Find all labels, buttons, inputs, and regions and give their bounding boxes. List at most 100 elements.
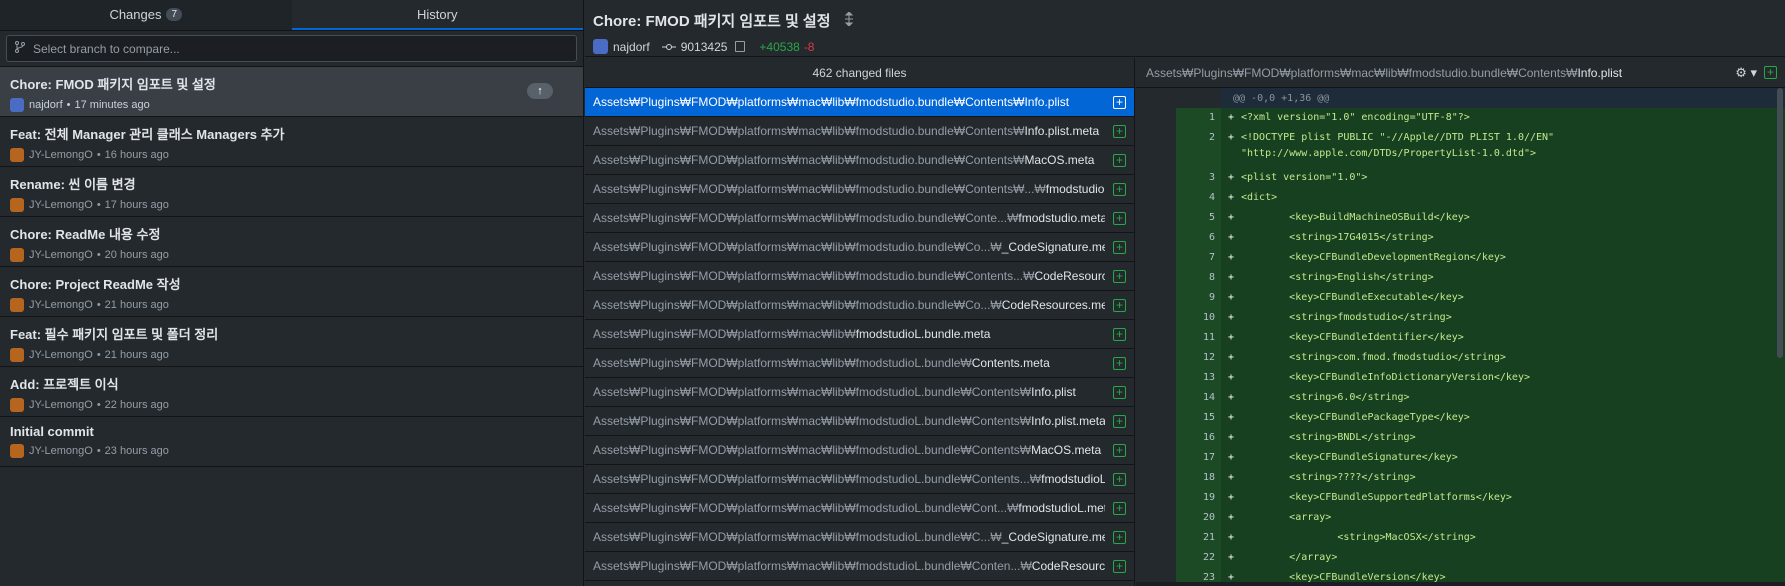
commit-list-item[interactable]: Chore: ReadMe 내용 수정 JY-LemongO • 20 hours a… xyxy=(0,217,583,267)
sidebar-tabs: Changes 7 History xyxy=(0,0,583,31)
file-name: fmodstudio.meta xyxy=(1018,211,1105,225)
added-marker: + xyxy=(1227,212,1235,223)
meta-separator: • xyxy=(66,99,71,111)
commit-item-title: Feat: 전체 Manager 관리 클래스 Managers 추가 xyxy=(10,127,285,142)
file-path: Assets₩Plugins₩FMOD₩platforms₩mac₩lib₩fm… xyxy=(593,443,1105,457)
commit-list-item[interactable]: Chore: FMOD 패키지 임포트 및 설정 najdorf • 17 minut… xyxy=(0,67,583,117)
line-number: 6 xyxy=(1176,228,1221,248)
file-row[interactable]: Assets₩Plugins₩FMOD₩platforms₩mac₩lib₩fm… xyxy=(585,407,1134,436)
file-dir: Assets₩Plugins₩FMOD₩platforms₩mac₩lib₩fm… xyxy=(593,124,1025,138)
diff-line: 12 + <string>com.fmod.fmodstudio</string> xyxy=(1136,348,1785,368)
file-row[interactable]: Assets₩Plugins₩FMOD₩platforms₩mac₩lib₩fm… xyxy=(585,436,1134,465)
file-added-icon: + xyxy=(1113,559,1126,573)
file-row[interactable]: Assets₩Plugins₩FMOD₩platforms₩mac₩lib₩fm… xyxy=(585,552,1134,581)
file-path: Assets₩Plugins₩FMOD₩platforms₩mac₩lib₩fm… xyxy=(593,472,1105,486)
diff-line: 4 + <dict> xyxy=(1136,188,1785,208)
diff-file-header: Assets₩Plugins₩FMOD₩platforms₩mac₩lib₩fm… xyxy=(1136,58,1785,88)
file-row[interactable]: Assets₩Plugins₩FMOD₩platforms₩mac₩lib₩fm… xyxy=(585,204,1134,233)
file-row[interactable]: Assets₩Plugins₩FMOD₩platforms₩mac₩lib₩fm… xyxy=(585,233,1134,262)
added-marker: + xyxy=(1227,312,1235,323)
commit-list-item[interactable]: Rename: 씬 이름 변경 JY-LemongO • 17 hours ago xyxy=(0,167,583,217)
file-row[interactable]: Assets₩Plugins₩FMOD₩platforms₩mac₩lib₩fm… xyxy=(585,378,1134,407)
file-name: Info.plist xyxy=(1031,385,1076,399)
commit-list-item[interactable]: Initial commit JY-LemongO • 23 hours ago xyxy=(0,417,583,467)
meta-separator: • xyxy=(96,445,101,457)
tab-changes[interactable]: Changes 7 xyxy=(0,0,292,30)
branch-compare-input[interactable]: Select branch to compare... xyxy=(6,35,577,62)
diff-scrollbar[interactable] xyxy=(1777,88,1783,358)
meta-separator: • xyxy=(96,149,101,161)
file-name: fmodstudioL.bundle.meta xyxy=(855,327,991,341)
diff-body: @@ -0,0 +1,36 @@ 1 + <?xml version="1.0" e… xyxy=(1136,88,1785,586)
avatar xyxy=(593,39,608,54)
expand-icon[interactable] xyxy=(843,11,855,29)
arrow-up-icon[interactable]: ↑ xyxy=(527,83,553,99)
file-added-icon: + xyxy=(1113,298,1126,312)
commit-item-title: Initial commit xyxy=(10,424,94,439)
line-number: 14 xyxy=(1176,388,1221,408)
commit-item-time: 17 minutes ago xyxy=(74,99,150,111)
file-row[interactable]: Assets₩Plugins₩FMOD₩platforms₩mac₩lib₩fm… xyxy=(585,523,1134,552)
meta-separator: • xyxy=(96,249,101,261)
file-path: Assets₩Plugins₩FMOD₩platforms₩mac₩lib₩fm… xyxy=(593,298,1105,312)
file-added-icon: + xyxy=(1113,327,1126,341)
code-line: <?xml version="1.0" encoding="UTF-8"?> xyxy=(1241,112,1470,123)
file-row[interactable]: Assets₩Plugins₩FMOD₩platforms₩mac₩lib₩fm… xyxy=(585,88,1134,117)
added-marker: + xyxy=(1227,292,1235,303)
file-added-icon: + xyxy=(1113,472,1126,486)
file-dir: Assets₩Plugins₩FMOD₩platforms₩mac₩lib₩fm… xyxy=(593,356,972,370)
commit-list-item[interactable]: Feat: 전체 Manager 관리 클래스 Managers 추가 JY-Le… xyxy=(0,117,583,167)
commit-list-item[interactable]: Add: 프로젝트 이식 JY-LemongO • 22 hours ago xyxy=(0,367,583,417)
file-row[interactable]: Assets₩Plugins₩FMOD₩platforms₩mac₩lib₩fm… xyxy=(585,117,1134,146)
commit-item-title: Chore: FMOD 패키지 임포트 및 설정 xyxy=(10,77,216,92)
avatar xyxy=(10,298,24,312)
file-name: fmodstudioL.meta xyxy=(1018,501,1105,515)
git-branch-icon xyxy=(15,41,25,56)
commit-item-meta: JY-LemongO • 17 hours ago xyxy=(10,198,573,212)
code-line: <key>CFBundleSupportedPlatforms</key> xyxy=(1241,492,1512,503)
added-marker: + xyxy=(1227,452,1235,463)
file-row[interactable]: Assets₩Plugins₩FMOD₩platforms₩mac₩lib₩fm… xyxy=(585,175,1134,204)
git-commit-icon xyxy=(661,40,676,54)
added-marker: + xyxy=(1227,552,1235,563)
commit-item-title: Chore: Project ReadMe 작성 xyxy=(10,277,181,292)
file-added-icon: + xyxy=(1113,501,1126,515)
hunk-text: @@ -0,0 +1,36 @@ xyxy=(1233,92,1330,104)
changed-files-count: 462 changed files xyxy=(585,58,1134,88)
code-line: <key>CFBundleSignature</key> xyxy=(1241,452,1458,463)
diff-line: 19 + <key>CFBundleSupportedPlatforms</key… xyxy=(1136,488,1785,508)
file-added-icon: + xyxy=(1113,211,1126,225)
commit-item-time: 21 hours ago xyxy=(104,349,169,361)
status-strip xyxy=(1136,582,1785,586)
copy-icon[interactable] xyxy=(735,41,746,52)
commit-list-item[interactable]: Chore: Project ReadMe 작성 JY-LemongO • 21 ho… xyxy=(0,267,583,317)
hunk-header: @@ -0,0 +1,36 @@ xyxy=(1136,88,1785,108)
line-number: 16 xyxy=(1176,428,1221,448)
added-marker: + xyxy=(1227,492,1235,503)
commit-item-meta: JY-LemongO • 16 hours ago xyxy=(10,148,573,162)
file-name: MacOS.meta xyxy=(1031,443,1102,457)
file-dir: Assets₩Plugins₩FMOD₩platforms₩mac₩lib₩fm… xyxy=(593,211,1019,225)
added-marker: + xyxy=(1227,392,1235,403)
file-row[interactable]: Assets₩Plugins₩FMOD₩platforms₩mac₩lib₩fm… xyxy=(585,465,1134,494)
file-added-icon: + xyxy=(1113,124,1126,138)
file-row[interactable]: Assets₩Plugins₩FMOD₩platforms₩mac₩lib₩fm… xyxy=(585,349,1134,378)
tab-history[interactable]: History xyxy=(291,0,583,30)
file-row[interactable]: Assets₩Plugins₩FMOD₩platforms₩mac₩lib₩fm… xyxy=(585,494,1134,523)
file-row[interactable]: Assets₩Plugins₩FMOD₩platforms₩mac₩lib₩fm… xyxy=(585,291,1134,320)
code-line: <key>CFBundlePackageType</key> xyxy=(1241,412,1470,423)
file-row[interactable]: Assets₩Plugins₩FMOD₩platforms₩mac₩lib₩fm… xyxy=(585,320,1134,349)
code-line: <dict> xyxy=(1241,192,1278,203)
file-dir: Assets₩Plugins₩FMOD₩platforms₩mac₩lib₩fm… xyxy=(593,530,1002,544)
gear-icon[interactable]: ⚙ ▾ xyxy=(1735,65,1757,81)
file-added-icon: + xyxy=(1113,414,1126,428)
file-row[interactable]: Assets₩Plugins₩FMOD₩platforms₩mac₩lib₩fm… xyxy=(585,262,1134,291)
file-path: Assets₩Plugins₩FMOD₩platforms₩mac₩lib₩fm… xyxy=(593,559,1105,573)
file-row[interactable]: Assets₩Plugins₩FMOD₩platforms₩mac₩lib₩fm… xyxy=(585,146,1134,175)
line-number: 18 xyxy=(1176,468,1221,488)
commit-list-item[interactable]: Feat: 필수 패키지 임포트 및 폴더 정리 JY-LemongO • 21 ho… xyxy=(0,317,583,367)
meta-separator: • xyxy=(96,199,101,211)
added-marker: + xyxy=(1227,232,1235,243)
diff-line: 17 + <key>CFBundleSignature</key> xyxy=(1136,448,1785,468)
file-dir: Assets₩Plugins₩FMOD₩platforms₩mac₩lib₩fm… xyxy=(593,298,1002,312)
